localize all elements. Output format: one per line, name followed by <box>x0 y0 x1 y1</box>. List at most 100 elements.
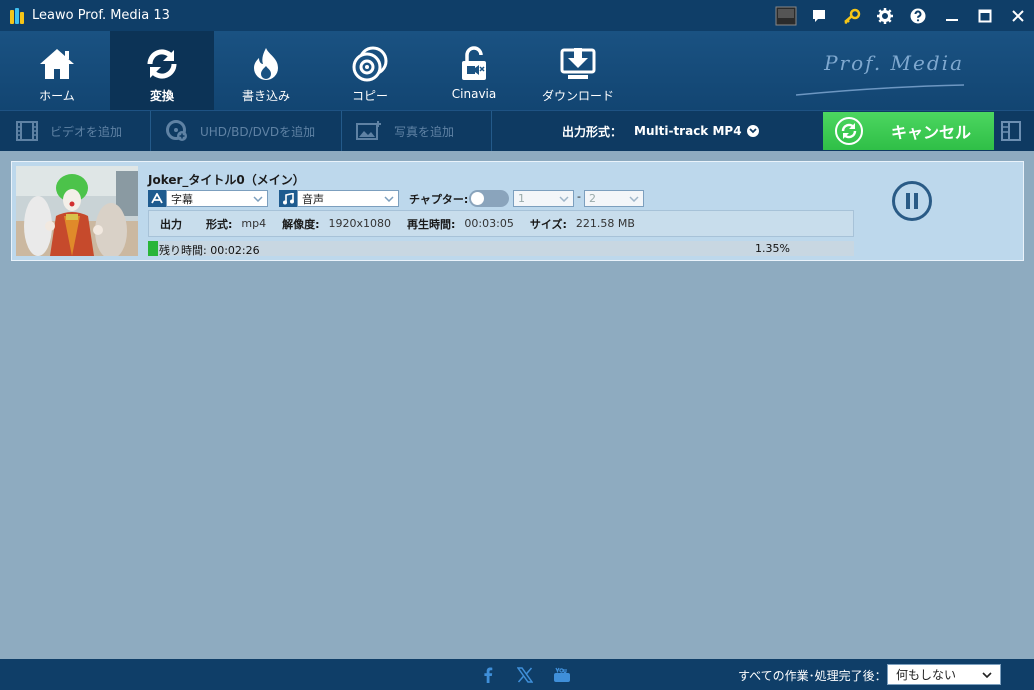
nav-burn[interactable]: 書き込み <box>214 31 318 110</box>
toolbar: ビデオを追加 UHD/BD/DVDを追加 写真を追加 出力形式： Multi-t… <box>0 110 1034 151</box>
chapter-to-select[interactable]: 2 <box>584 190 644 207</box>
add-disc-label: UHD/BD/DVDを追加 <box>200 124 316 139</box>
conversion-item[interactable]: Joker_タイトル0（メイン） 字幕 音声 チャプター: 1 - 2 出力 形… <box>11 161 1024 261</box>
minimize-icon[interactable] <box>935 0 968 31</box>
nav-burn-label: 書き込み <box>241 89 290 103</box>
output-format-value: Multi-track MP4 <box>634 124 742 138</box>
film-icon <box>16 121 38 141</box>
chapter-separator: - <box>577 190 581 203</box>
burn-icon <box>246 45 286 83</box>
progress-fill <box>148 241 158 256</box>
remaining-time: 残り時間: 00:02:26 <box>159 244 260 257</box>
chapter-from-select[interactable]: 1 <box>513 190 574 207</box>
youtube-icon[interactable] <box>553 666 571 684</box>
help-icon[interactable] <box>901 0 934 31</box>
nav-home-label: ホーム <box>39 89 75 103</box>
toggle-knob <box>471 192 484 205</box>
refresh-icon <box>835 117 863 145</box>
format-value: mp4 <box>241 217 267 230</box>
duration-label: 再生時間: <box>407 217 456 231</box>
item-title: Joker_タイトル0（メイン） <box>148 173 305 187</box>
video-thumbnail <box>16 166 138 256</box>
nav-cinavia-label: Cinavia <box>451 87 497 101</box>
nav-copy-label: コピー <box>351 89 388 103</box>
chapter-to-box[interactable]: 2 <box>584 190 644 207</box>
subtitle-select[interactable]: 字幕 <box>148 190 268 207</box>
chevron-down-icon <box>746 125 759 137</box>
add-photo-button[interactable]: 写真を追加 <box>356 111 454 151</box>
progress-bar: 残り時間: 00:02:26 1.35% <box>148 241 854 257</box>
facebook-icon[interactable] <box>479 666 497 684</box>
brand-logo: Prof. Media <box>824 51 964 75</box>
audio-select[interactable]: 音声 <box>279 190 399 207</box>
nav-convert[interactable]: 変換 <box>110 31 214 110</box>
home-icon <box>37 45 77 83</box>
nav-cinavia[interactable]: Cinavia <box>422 31 526 110</box>
nav-convert-label: 変換 <box>149 89 174 103</box>
output-info: 出力 形式: mp4 解像度: 1920x1080 再生時間: 00:03:05… <box>148 210 854 237</box>
chat-icon[interactable] <box>802 0 835 31</box>
music-note-icon <box>279 190 297 207</box>
main-nav: ホーム 変換 書き込み コピー Cinavia ダウンロード Prof. Med… <box>0 31 1034 110</box>
size-value: 221.58 MB <box>575 217 635 230</box>
pause-button[interactable] <box>892 181 932 221</box>
chevron-down-icon <box>982 671 992 678</box>
app-title: Leawo Prof. Media 13 <box>32 8 170 23</box>
nav-download[interactable]: ダウンロード <box>526 31 630 110</box>
brand-swoosh <box>796 84 964 96</box>
subtitle-value-box[interactable]: 字幕 <box>166 190 268 207</box>
add-disc-button[interactable]: UHD/BD/DVDを追加 <box>166 111 315 151</box>
after-complete-select[interactable]: 何もしない <box>887 664 1001 685</box>
output-format-label: 出力形式： <box>562 124 623 139</box>
format-label: 形式: <box>206 217 233 231</box>
chevron-down-icon <box>559 195 569 202</box>
add-photo-label: 写真を追加 <box>394 124 455 139</box>
cancel-button[interactable]: キャンセル <box>823 112 994 150</box>
chapter-toggle[interactable] <box>469 190 509 207</box>
after-complete-label: すべての作業･処理完了後： <box>738 669 887 683</box>
status-bar: すべての作業･処理完了後： 何もしない <box>0 659 1034 690</box>
pause-icon <box>906 193 918 209</box>
duration-value: 00:03:05 <box>464 217 514 230</box>
resolution-value: 1920x1080 <box>328 217 392 230</box>
gear-icon[interactable] <box>868 0 901 31</box>
disc-add-icon <box>166 120 188 142</box>
output-format-selector[interactable]: 出力形式： Multi-track MP4 <box>562 111 759 151</box>
size-label: サイズ: <box>529 217 567 231</box>
x-twitter-icon[interactable] <box>516 666 534 684</box>
nav-download-label: ダウンロード <box>541 89 614 103</box>
copy-disc-icon <box>350 45 390 83</box>
chevron-down-icon <box>253 195 263 202</box>
resolution-label: 解像度: <box>282 217 320 231</box>
panel-toggle-icon[interactable] <box>1000 120 1022 145</box>
close-icon[interactable] <box>1001 0 1034 31</box>
amd-badge-icon <box>769 0 802 31</box>
toolbar-divider <box>491 111 492 151</box>
add-video-button[interactable]: ビデオを追加 <box>16 111 122 151</box>
convert-icon <box>142 45 182 83</box>
add-video-label: ビデオを追加 <box>50 124 123 139</box>
progress-percent: 1.35% <box>755 242 790 255</box>
toolbar-divider <box>150 111 151 151</box>
subtitle-value: 字幕 <box>171 192 193 206</box>
maximize-icon[interactable] <box>968 0 1001 31</box>
chapter-from-box[interactable]: 1 <box>513 190 574 207</box>
download-icon <box>558 45 598 83</box>
cinavia-lock-icon <box>454 45 494 83</box>
nav-copy[interactable]: コピー <box>318 31 422 110</box>
chevron-down-icon <box>384 195 394 202</box>
output-label: 出力 <box>160 217 182 231</box>
subtitle-icon <box>148 190 166 207</box>
photo-icon <box>356 121 382 141</box>
key-icon[interactable] <box>835 0 868 31</box>
toolbar-divider <box>341 111 342 151</box>
after-complete-value: 何もしない <box>896 668 957 682</box>
audio-value: 音声 <box>302 192 324 206</box>
chapter-from-value: 1 <box>518 192 525 205</box>
app-logo-icon <box>10 7 26 24</box>
title-bar: Leawo Prof. Media 13 <box>0 0 1034 31</box>
nav-home[interactable]: ホーム <box>5 31 109 110</box>
chapter-to-value: 2 <box>589 192 596 205</box>
chevron-down-icon <box>629 195 639 202</box>
audio-value-box[interactable]: 音声 <box>297 190 399 207</box>
